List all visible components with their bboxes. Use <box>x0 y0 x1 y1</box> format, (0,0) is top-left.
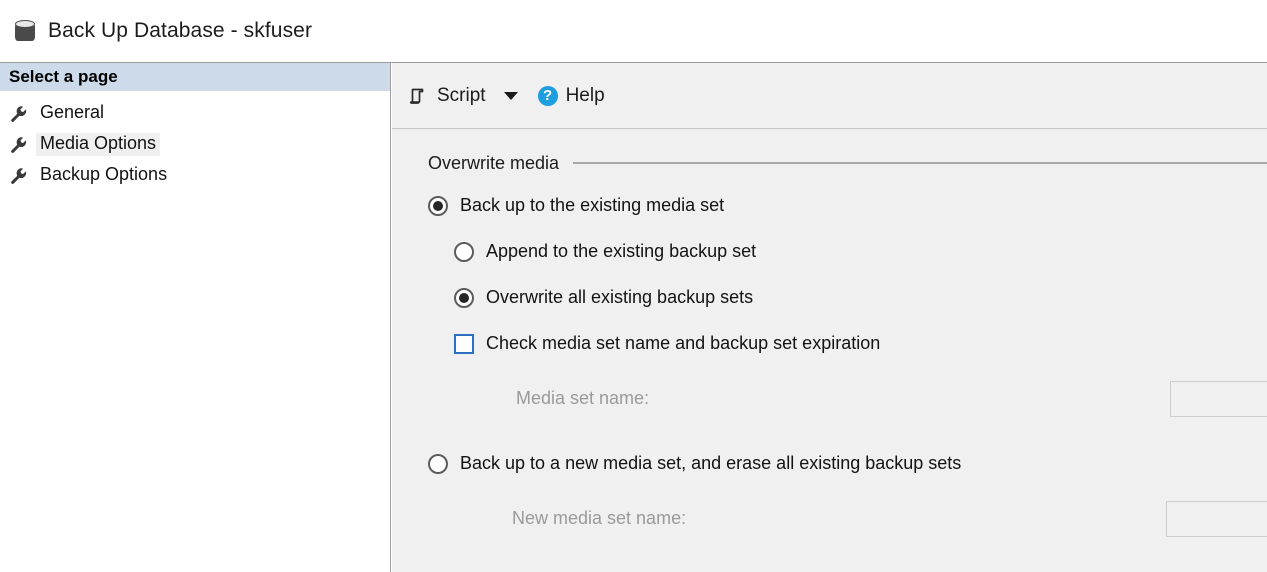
sidebar-item-backup-options[interactable]: Backup Options <box>0 160 390 191</box>
radio-row-new-media-set[interactable]: Back up to a new media set, and erase al… <box>428 449 1267 479</box>
group-title: Overwrite media <box>428 152 560 173</box>
checkbox-row-check-media-set-name[interactable]: Check media set name and backup set expi… <box>454 329 1267 359</box>
new-media-set-name-label: New media set name: <box>512 508 687 529</box>
sidebar-header: Select a page <box>0 63 390 91</box>
wrench-icon <box>10 105 27 122</box>
sidebar-item-media-options[interactable]: Media Options <box>0 129 390 160</box>
wrench-icon <box>10 167 27 184</box>
sidebar-item-label: General <box>40 102 105 123</box>
dialog-toolbar: Script ? Help <box>392 63 1267 129</box>
radio-label-existing-media-set: Back up to the existing media set <box>460 195 725 216</box>
media-set-name-label: Media set name: <box>516 388 650 409</box>
page-selector-sidebar: Select a page General Media Options Back… <box>0 63 391 572</box>
sidebar-item-general[interactable]: General <box>0 98 390 129</box>
script-icon <box>408 86 428 106</box>
radio-label-new-media-set: Back up to a new media set, and erase al… <box>460 453 962 474</box>
radio-existing-media-set[interactable] <box>428 196 448 216</box>
radio-label-overwrite-all-backup-sets: Overwrite all existing backup sets <box>486 287 754 308</box>
radio-row-existing-media-set[interactable]: Back up to the existing media set <box>428 191 1267 221</box>
radio-append-existing-backup-set[interactable] <box>454 242 474 262</box>
media-set-name-row: Media set name: <box>516 381 1267 417</box>
database-icon <box>14 19 36 43</box>
new-media-set-name-input[interactable] <box>1166 501 1267 537</box>
content-panel: Script ? Help Overwrite media Back up to… <box>392 63 1267 572</box>
chevron-down-icon[interactable] <box>503 91 518 100</box>
checkbox-check-media-set-name[interactable] <box>454 334 474 354</box>
radio-new-media-set[interactable] <box>428 454 448 474</box>
media-options-form: Overwrite media Back up to the existing … <box>392 129 1267 537</box>
script-label: Script <box>437 84 486 106</box>
sidebar-header-label: Select a page <box>9 67 118 86</box>
wrench-icon <box>10 136 27 153</box>
window-title: Back Up Database - skfuser <box>48 19 313 42</box>
sidebar-item-label: Media Options <box>36 133 161 156</box>
backup-database-dialog: Back Up Database - skfuser Select a page… <box>0 0 1267 572</box>
radio-label-append-existing-backup-set: Append to the existing backup set <box>486 241 757 262</box>
radio-row-overwrite-all-backup-sets[interactable]: Overwrite all existing backup sets <box>454 283 1267 313</box>
help-circle-icon: ? <box>537 85 558 106</box>
checkbox-label-check-media-set-name: Check media set name and backup set expi… <box>486 333 881 354</box>
radio-row-append-existing-backup-set[interactable]: Append to the existing backup set <box>454 237 1267 267</box>
help-button[interactable]: ? Help <box>537 84 605 107</box>
media-set-name-input[interactable] <box>1170 381 1267 417</box>
sidebar-item-list: General Media Options Backup Options <box>0 91 390 191</box>
overwrite-media-group: Overwrite media Back up to the existing … <box>428 151 1267 537</box>
overwrite-media-group-header: Overwrite media <box>428 151 1267 175</box>
sidebar-item-label: Backup Options <box>40 164 168 185</box>
group-divider <box>573 162 1267 164</box>
radio-overwrite-all-backup-sets[interactable] <box>454 288 474 308</box>
title-bar: Back Up Database - skfuser <box>0 0 1267 63</box>
new-media-set-name-row: New media set name: <box>512 501 1267 537</box>
script-button[interactable]: Script <box>408 85 486 107</box>
help-label: Help <box>565 84 605 106</box>
